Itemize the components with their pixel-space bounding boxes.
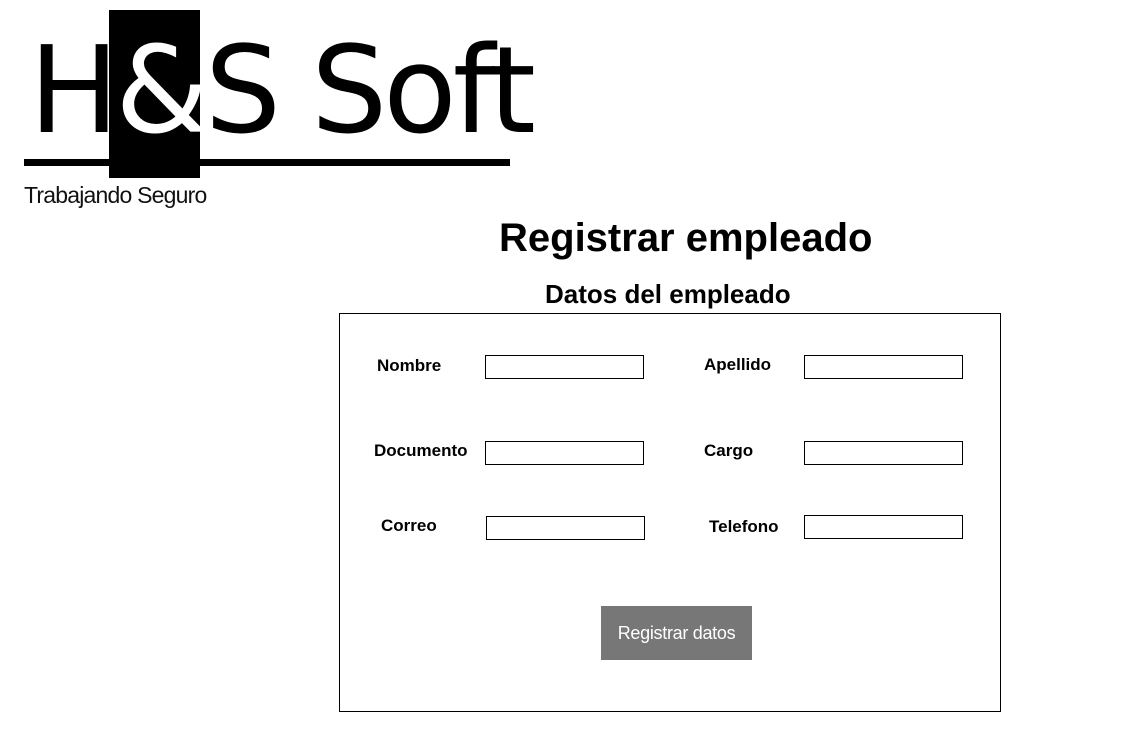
nombre-label: Nombre	[377, 356, 442, 375]
apellido-label: Apellido	[704, 355, 772, 374]
logo-tagline: Trabajando Seguro	[24, 182, 207, 208]
register-data-button[interactable]: Registrar datos	[601, 606, 752, 660]
section-title: Datos del empleado	[545, 279, 791, 309]
cargo-label: Cargo	[704, 441, 754, 460]
logo-underline	[24, 159, 510, 166]
logo-letter-h: H	[29, 22, 119, 161]
logo-ampersand: &	[115, 22, 209, 161]
telefono-input[interactable]	[804, 515, 963, 539]
brand-logo: H&S Soft Trabajando Seguro	[0, 0, 536, 215]
correo-label: Correo	[381, 516, 437, 535]
correo-input[interactable]	[486, 516, 645, 540]
logo-wordmark: H&S Soft	[29, 22, 536, 161]
cargo-input[interactable]	[804, 441, 963, 465]
documento-input[interactable]	[485, 441, 644, 465]
documento-label: Documento	[374, 441, 468, 460]
nombre-input[interactable]	[485, 355, 644, 379]
logo-text-rest: S Soft	[204, 22, 536, 161]
apellido-input[interactable]	[804, 355, 963, 379]
telefono-label: Telefono	[709, 517, 779, 536]
page-title: Registrar empleado	[499, 216, 873, 260]
